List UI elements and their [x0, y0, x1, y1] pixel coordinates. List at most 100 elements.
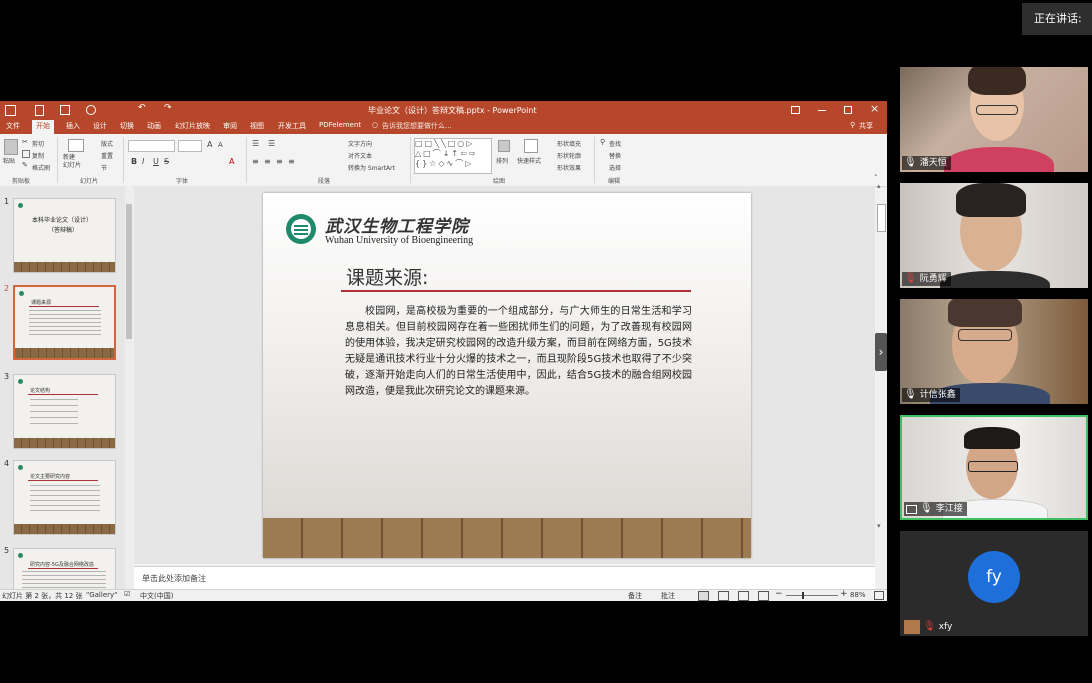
- thumbnails-scroll-thumb[interactable]: [126, 204, 132, 339]
- zoom-level[interactable]: 88%: [850, 591, 866, 599]
- find-icon[interactable]: ⚲: [600, 138, 605, 146]
- text-direction-button[interactable]: 文字方向: [348, 139, 372, 148]
- align-right-icon[interactable]: ≡: [276, 157, 283, 166]
- participant-tile[interactable]: 🎙 阮勇辉: [900, 183, 1088, 288]
- normal-view-icon[interactable]: [698, 591, 709, 601]
- scissors-icon[interactable]: ✂: [22, 138, 28, 146]
- arrange-icon[interactable]: [498, 140, 510, 152]
- slide-thumbnail-3[interactable]: 论文结构: [13, 374, 116, 449]
- print-preview-icon[interactable]: [86, 105, 96, 115]
- fit-slide-icon[interactable]: [874, 591, 884, 600]
- accessibility-icon[interactable]: ☑: [124, 590, 130, 598]
- select-button[interactable]: 选择: [609, 163, 621, 172]
- replace-button[interactable]: 替换: [609, 151, 621, 160]
- redo-icon[interactable]: ↷: [164, 103, 172, 113]
- quick-styles-button[interactable]: 快速样式: [517, 156, 541, 165]
- italic-icon[interactable]: I: [142, 157, 144, 166]
- new-slide-icon[interactable]: [68, 139, 84, 152]
- bullets-icon[interactable]: ☰: [252, 139, 259, 148]
- tell-me-search[interactable]: 告诉我您想要做什么...: [382, 121, 452, 131]
- new-slide-button[interactable]: 新建 幻灯片: [63, 154, 81, 170]
- participant-tile-active[interactable]: 🎙 李江接: [900, 415, 1088, 520]
- arrange-button[interactable]: 排列: [496, 156, 508, 165]
- slide-thumbnail-2[interactable]: 课题来源: [13, 285, 116, 360]
- current-slide[interactable]: 武汉生物工程学院 Wuhan University of Bioengineer…: [263, 193, 751, 558]
- collapse-ribbon-icon[interactable]: ˄: [874, 174, 878, 182]
- next-slide-arrow-icon[interactable]: ›: [875, 333, 887, 371]
- quick-styles-icon[interactable]: [524, 139, 538, 153]
- scroll-up-icon[interactable]: ▴: [877, 182, 881, 190]
- align-text-button[interactable]: 对齐文本: [348, 151, 372, 160]
- notes-button[interactable]: 备注: [628, 591, 642, 601]
- tab-slideshow[interactable]: 幻灯片放映: [175, 121, 210, 131]
- participant-tile[interactable]: 🎙 计信张鑫: [900, 299, 1088, 404]
- share-button[interactable]: 共享: [859, 121, 873, 131]
- shrink-font-icon[interactable]: A: [218, 141, 223, 149]
- paste-button[interactable]: 粘贴: [3, 156, 15, 165]
- participant-tile[interactable]: 🎙 潘天恒: [900, 67, 1088, 172]
- slide-thumbnail-4[interactable]: 论文主要研究内容: [13, 460, 116, 535]
- copy-button[interactable]: 复制: [32, 151, 44, 160]
- justify-icon[interactable]: ≡: [288, 157, 295, 166]
- tab-transitions[interactable]: 切换: [120, 121, 134, 131]
- reading-view-icon[interactable]: [738, 591, 749, 601]
- find-button[interactable]: 查找: [609, 139, 621, 148]
- ribbon-display-icon[interactable]: [791, 106, 800, 114]
- reset-button[interactable]: 重置: [101, 151, 113, 160]
- new-doc-icon[interactable]: [35, 105, 44, 116]
- underline-icon[interactable]: U: [153, 157, 159, 166]
- font-size-dropdown[interactable]: [178, 140, 202, 152]
- slide-sorter-icon[interactable]: [718, 591, 729, 601]
- scroll-thumb[interactable]: [877, 204, 886, 232]
- slideshow-icon[interactable]: [758, 591, 769, 601]
- zoom-out-icon[interactable]: −: [775, 589, 783, 599]
- zoom-in-icon[interactable]: +: [840, 589, 848, 599]
- thumbnails-scrollbar[interactable]: [125, 186, 133, 589]
- slide-thumbnail-1[interactable]: 本科毕业论文（设计） （答辩稿）: [13, 198, 116, 273]
- restore-icon[interactable]: [844, 106, 852, 114]
- copy-icon[interactable]: [22, 150, 30, 158]
- grow-font-icon[interactable]: A: [207, 140, 212, 149]
- align-left-icon[interactable]: ≡: [252, 157, 259, 166]
- brush-icon[interactable]: ✎: [22, 161, 28, 169]
- tab-file[interactable]: 文件: [6, 121, 20, 131]
- shape-effects-button[interactable]: 形状效果: [557, 163, 581, 172]
- slide-thumbnail-5[interactable]: 研究内容-5G及融合网络改造: [13, 548, 116, 590]
- numbering-icon[interactable]: ☰: [268, 139, 275, 148]
- tab-developer[interactable]: 开发工具: [278, 121, 306, 131]
- align-center-icon[interactable]: ≡: [264, 157, 271, 166]
- tab-animations[interactable]: 动画: [147, 121, 161, 131]
- tab-insert[interactable]: 插入: [66, 121, 80, 131]
- scroll-down-icon[interactable]: ▾: [877, 522, 881, 530]
- zoom-slider-handle[interactable]: [802, 592, 804, 599]
- language-indicator[interactable]: 中文(中国): [140, 591, 173, 601]
- shape-outline-button[interactable]: 形状轮廓: [557, 151, 581, 160]
- paste-icon[interactable]: [4, 139, 18, 155]
- save-icon[interactable]: [60, 105, 70, 115]
- cut-button[interactable]: 剪切: [32, 139, 44, 148]
- undo-icon[interactable]: ↶: [138, 103, 146, 113]
- font-color-icon[interactable]: A: [229, 157, 234, 166]
- layout-button[interactable]: 版式: [101, 139, 113, 148]
- minimize-icon[interactable]: [818, 110, 826, 111]
- notes-pane[interactable]: 单击此处添加备注: [134, 566, 875, 589]
- comments-button[interactable]: 批注: [661, 591, 675, 601]
- close-icon[interactable]: ×: [870, 102, 879, 115]
- bold-icon[interactable]: B: [131, 157, 137, 166]
- slide-count: 幻灯片 第 2 张，共 12 张: [2, 592, 83, 600]
- shape-fill-button[interactable]: 形状填充: [557, 139, 581, 148]
- tab-view[interactable]: 视图: [250, 121, 264, 131]
- tab-pdfelement[interactable]: PDFelement: [319, 121, 361, 129]
- tab-home[interactable]: 开始: [36, 121, 50, 131]
- format-painter-button[interactable]: 格式刷: [32, 163, 50, 172]
- convert-smartart-button[interactable]: 转换为 SmartArt: [348, 163, 395, 172]
- tab-review[interactable]: 审阅: [223, 121, 237, 131]
- participant-tile[interactable]: fy 🎙 xfy: [900, 531, 1088, 636]
- zoom-slider[interactable]: [786, 592, 838, 599]
- strike-icon[interactable]: S: [164, 157, 169, 166]
- shapes-gallery[interactable]: □□╲╲□○▷ △□⌒↓↑⇦⇨ {}☆◇∿⌒▷: [414, 138, 492, 174]
- microphone-icon: 🎙: [904, 389, 917, 400]
- tab-design[interactable]: 设计: [93, 121, 107, 131]
- section-button[interactable]: 节: [101, 163, 107, 172]
- font-name-dropdown[interactable]: [128, 140, 175, 152]
